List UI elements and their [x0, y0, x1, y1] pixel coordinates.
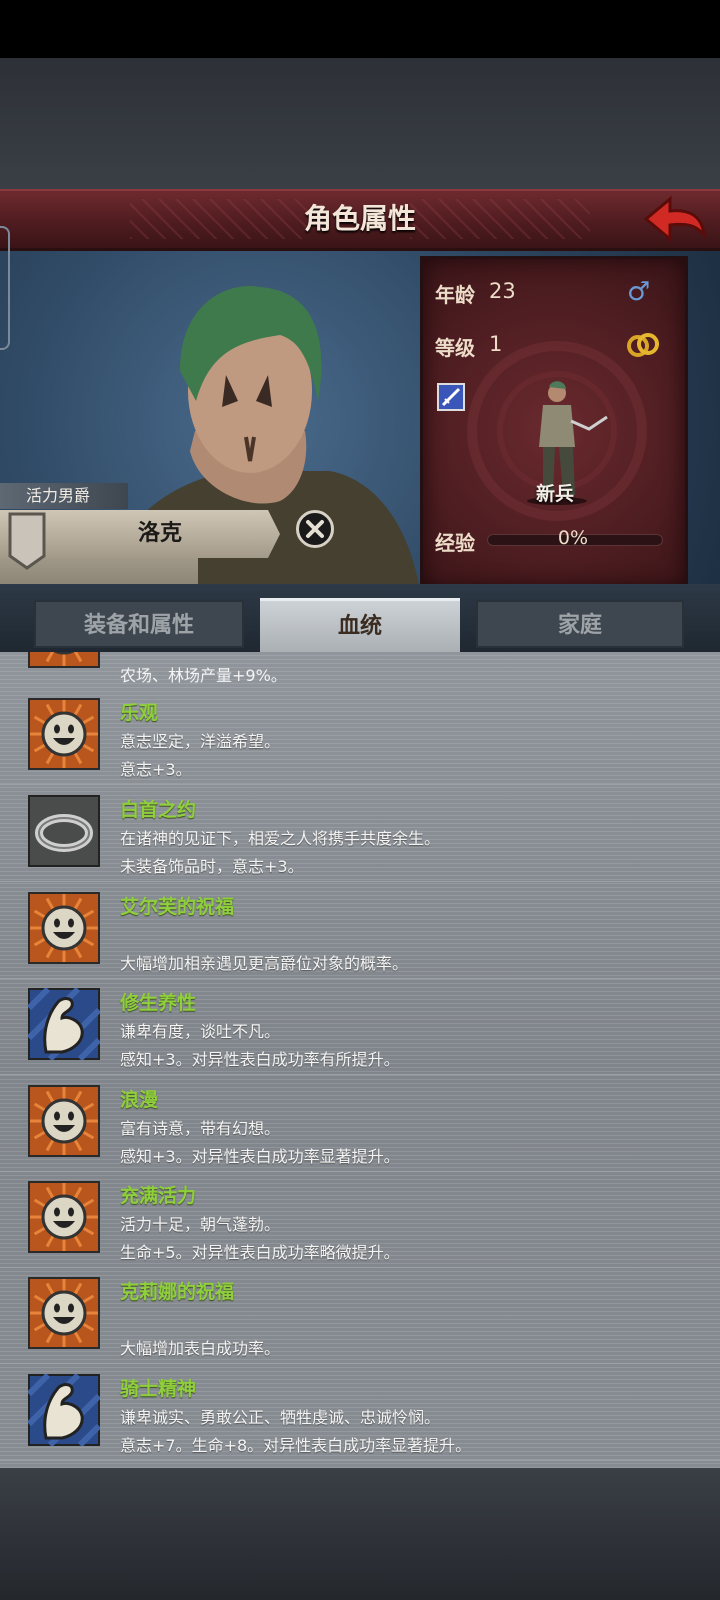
trait-row[interactable]: 艾尔芙的祝福大幅增加相亲遇见更高爵位对象的概率。 — [0, 882, 720, 979]
age-label: 年龄 — [435, 283, 475, 307]
back-arrow-icon — [643, 195, 707, 243]
trait-desc: 富有诗意，带有幻想。 — [120, 1119, 281, 1138]
trait-row[interactable]: 浪漫富有诗意，带有幻想。感知+3。对异性表白成功率显著提升。 — [0, 1075, 720, 1172]
wedding-rings-icon[interactable] — [626, 331, 660, 359]
close-button[interactable] — [296, 510, 334, 548]
back-button[interactable] — [642, 195, 708, 245]
trait-name: 充满活力 — [120, 1185, 197, 1207]
smiley-icon — [28, 698, 100, 770]
trait-name: 骑士精神 — [120, 1378, 197, 1400]
close-icon — [306, 520, 324, 538]
arm-icon — [26, 986, 102, 1062]
trait-name: 白首之约 — [120, 799, 197, 821]
smiley-icon — [28, 652, 100, 668]
class-label: 新兵 — [535, 483, 574, 505]
trait-row[interactable]: 修生养性谦卑有度，谈吐不凡。感知+3。对异性表白成功率有所提升。 — [0, 978, 720, 1075]
tab-bloodline[interactable]: 血统 — [260, 598, 460, 654]
exp-label: 经验 — [435, 531, 475, 555]
tab-equipment[interactable]: 装备和属性 — [34, 600, 244, 648]
trait-effect: 大幅增加表白成功率。 — [120, 1339, 281, 1358]
ring-icon — [28, 795, 100, 867]
trait-desc: 活力十足，朝气蓬勃。 — [120, 1215, 281, 1234]
background-bottom — [0, 1468, 720, 1600]
trait-desc: 谦卑有度，谈吐不凡。 — [120, 1022, 281, 1041]
trait-desc: 农场、林场产量+9%。 — [120, 666, 287, 685]
exp-value: 0% — [557, 527, 589, 549]
trait-desc: 谦卑诚实、勇敢公正、牺牲虔诚、忠诚怜悯。 — [120, 1408, 441, 1427]
trait-row[interactable]: 乐观意志坚定，洋溢希望。 意志+3。 — [0, 688, 720, 785]
title-bar: 角色属性 — [0, 189, 720, 251]
smiley-icon — [28, 1277, 100, 1349]
sword-skill-icon[interactable] — [437, 383, 465, 411]
trait-effect: 生命+5。对异性表白成功率略微提升。 — [120, 1243, 400, 1262]
tab-family[interactable]: 家庭 — [476, 600, 684, 648]
trait-row[interactable]: 白首之约在诸神的见证下，相爱之人将携手共度余生。 未装备饰品时，意志+3。 — [0, 785, 720, 882]
noble-title-label: 活力男爵 — [0, 483, 128, 509]
trait-name: 浪漫 — [120, 1089, 159, 1111]
trait-list[interactable]: 农场、林场产量+9%。 乐观意志坚定，洋溢希望。 意志+3。白首之约在诸神的见证下… — [0, 652, 720, 1468]
trait-row[interactable]: 充满活力活力十足，朝气蓬勃。生命+5。对异性表白成功率略微提升。 — [0, 1171, 720, 1268]
trait-effect: 大幅增加相亲遇见更高爵位对象的概率。 — [120, 954, 409, 973]
smiley-icon — [28, 892, 100, 964]
status-bar-area — [0, 0, 720, 58]
trait-name: 修生养性 — [120, 992, 197, 1014]
trait-name: 乐观 — [120, 702, 159, 724]
trait-row[interactable]: 克莉娜的祝福大幅增加表白成功率。 — [0, 1267, 720, 1364]
side-edge-tab[interactable] — [0, 226, 10, 350]
banner-icon[interactable] — [8, 512, 46, 570]
arm-icon — [26, 1372, 102, 1448]
character-name[interactable]: 洛克 — [60, 510, 260, 558]
page-title: 角色属性 — [303, 202, 416, 235]
trait-name: 艾尔芙的祝福 — [120, 896, 235, 918]
trait-name: 克莉娜的祝福 — [120, 1281, 235, 1303]
age-value: 23 — [489, 279, 516, 303]
trait-row-partial[interactable]: 农场、林场产量+9%。 — [0, 652, 720, 688]
trait-desc: 在诸神的见证下，相爱之人将携手共度余生。 — [120, 829, 441, 848]
smiley-icon — [28, 1085, 100, 1157]
stats-panel: 年龄 23 ♂ 等级 1 新兵 经验 0% — [420, 256, 688, 590]
trait-effect: 感知+3。对异性表白成功率显著提升。 — [120, 1147, 400, 1166]
trait-row[interactable]: 骑士精神谦卑诚实、勇敢公正、牺牲虔诚、忠诚怜悯。意志+7。生命+8。对异性表白成… — [0, 1364, 720, 1461]
trait-effect: 意志+7。生命+8。对异性表白成功率显著提升。 — [120, 1436, 472, 1455]
background-top — [0, 58, 720, 190]
trait-effect: 意志+3。 — [120, 760, 192, 779]
level-label: 等级 — [435, 336, 475, 360]
level-value: 1 — [489, 332, 503, 356]
trait-effect: 感知+3。对异性表白成功率有所提升。 — [120, 1050, 400, 1069]
male-gender-icon: ♂ — [627, 277, 651, 307]
trait-effect: 未装备饰品时，意志+3。 — [120, 857, 304, 876]
trait-desc: 意志坚定，洋溢希望。 — [120, 732, 281, 751]
smiley-icon — [28, 1181, 100, 1253]
